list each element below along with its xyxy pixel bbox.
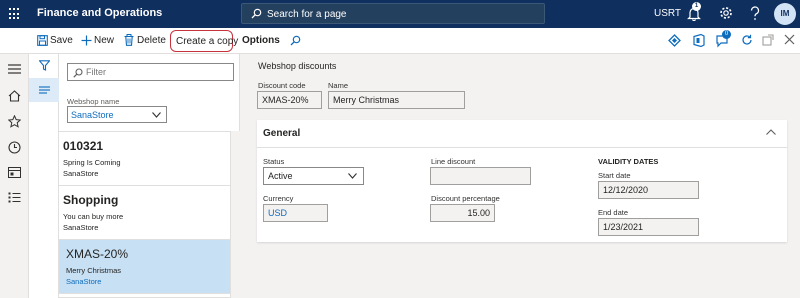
page-title: Webshop discounts — [258, 61, 337, 71]
app-launcher-icon[interactable] — [9, 8, 21, 20]
discount-code-value: XMAS-20% — [262, 95, 309, 105]
app-title[interactable]: Finance and Operations — [37, 7, 162, 19]
line-discount-field[interactable] — [430, 167, 531, 185]
save-button[interactable]: Save — [50, 35, 73, 46]
home-icon[interactable] — [8, 90, 21, 102]
webshop-name-select[interactable]: SanaStore — [67, 106, 167, 123]
list-pane: Webshop name SanaStore 010321 Spring Is … — [59, 54, 240, 298]
discount-code-field[interactable]: XMAS-20% — [257, 91, 322, 109]
name-value: Merry Christmas — [333, 95, 400, 105]
navigation-bar — [0, 54, 29, 298]
name-field[interactable]: Merry Christmas — [328, 91, 465, 109]
save-icon — [37, 35, 48, 46]
general-section: General Status Active Currency USD Line … — [257, 120, 787, 242]
notification-badge: 1 — [692, 2, 701, 11]
list-item-selected[interactable]: XMAS-20% Merry Christmas SanaStore — [59, 240, 230, 294]
status-label: Status — [263, 157, 285, 166]
list-item-code: Shopping — [63, 193, 119, 207]
list-item-name: You can buy more — [63, 212, 124, 221]
list-item[interactable]: Shopping You can buy more SanaStore — [59, 186, 230, 240]
divider — [257, 147, 787, 148]
chevron-down-icon — [348, 173, 357, 179]
create-a-copy-label: Create a copy — [176, 36, 239, 47]
hamburger-menu-icon[interactable] — [8, 64, 21, 74]
list-toggle-strip — [29, 54, 59, 298]
start-date-label: Start date — [598, 171, 631, 180]
options-menu[interactable]: Options — [242, 35, 280, 46]
avatar[interactable]: IM — [774, 3, 796, 25]
chevron-up-icon[interactable] — [766, 129, 776, 135]
delete-button[interactable]: Delete — [137, 35, 166, 46]
trash-icon — [124, 34, 134, 46]
search-icon — [251, 8, 262, 19]
gear-icon[interactable] — [719, 6, 733, 20]
company-picker[interactable]: USRT — [654, 8, 681, 19]
start-date-field[interactable]: 12/12/2020 — [598, 181, 699, 199]
new-button[interactable]: New — [94, 35, 114, 46]
open-in-new-window-icon[interactable] — [762, 34, 774, 46]
office-icon[interactable] — [693, 34, 705, 47]
close-icon[interactable] — [784, 34, 795, 45]
webshop-name-value: SanaStore — [71, 110, 114, 120]
clock-icon[interactable] — [8, 141, 21, 154]
filter-field[interactable] — [67, 63, 234, 81]
start-date-value: 12/12/2020 — [603, 185, 649, 195]
modules-list-icon[interactable] — [8, 192, 21, 203]
discount-code-label: Discount code — [258, 81, 306, 90]
star-icon[interactable] — [8, 115, 21, 128]
filter-icon[interactable] — [39, 60, 50, 71]
list-item-code: XMAS-20% — [66, 247, 129, 261]
general-section-title[interactable]: General — [263, 128, 300, 139]
list-view-toggle[interactable] — [29, 78, 59, 102]
currency-value: USD — [268, 208, 288, 218]
discount-percentage-field[interactable]: 15.00 — [430, 204, 495, 222]
list-item[interactable]: 010321 Spring Is Coming SanaStore — [59, 132, 230, 186]
help-icon[interactable] — [749, 6, 761, 21]
list-lines-icon — [39, 86, 50, 94]
discount-percentage-value: 15.00 — [467, 208, 490, 218]
workspaces-icon[interactable] — [8, 167, 21, 178]
currency-field[interactable]: USD — [263, 204, 328, 222]
list-scrollbar[interactable] — [231, 131, 240, 298]
search-placeholder: Search for a page — [267, 9, 347, 20]
webshop-name-label: Webshop name — [67, 97, 120, 106]
list-item-store: SanaStore — [63, 169, 99, 178]
list-item-store: SanaStore — [63, 223, 99, 232]
list-item-name: Merry Christmas — [66, 266, 122, 275]
name-label: Name — [328, 81, 349, 90]
messages-badge: 0 — [722, 30, 731, 39]
chevron-down-icon — [152, 112, 161, 118]
end-date-label: End date — [598, 208, 629, 217]
currency-label: Currency — [263, 194, 294, 203]
search-icon[interactable] — [290, 35, 301, 46]
refresh-icon[interactable] — [741, 34, 753, 46]
end-date-value: 1/23/2021 — [603, 222, 644, 232]
global-search-input[interactable]: Search for a page — [241, 3, 545, 24]
status-value: Active — [268, 171, 293, 181]
search-icon — [73, 68, 83, 78]
list-item-code: 010321 — [63, 139, 104, 153]
top-bar: Finance and Operations Search for a page… — [0, 0, 800, 28]
filter-input[interactable] — [86, 66, 226, 78]
discount-list: 010321 Spring Is Coming SanaStore Shoppi… — [59, 131, 231, 298]
discount-percentage-label: Discount percentage — [431, 194, 500, 203]
list-item-name: Spring Is Coming — [63, 158, 121, 167]
create-a-copy-button[interactable]: Create a copy — [170, 30, 238, 52]
status-select[interactable]: Active — [263, 167, 364, 185]
action-pane: Save New Delete Create a copy Options 0 — [0, 28, 800, 54]
validity-dates-header: VALIDITY DATES — [598, 157, 659, 166]
end-date-field[interactable]: 1/23/2021 — [598, 218, 699, 236]
add-icon — [81, 35, 92, 46]
list-item-store: SanaStore — [66, 277, 102, 286]
line-discount-label: Line discount — [431, 157, 476, 166]
power-apps-icon[interactable] — [668, 34, 681, 47]
